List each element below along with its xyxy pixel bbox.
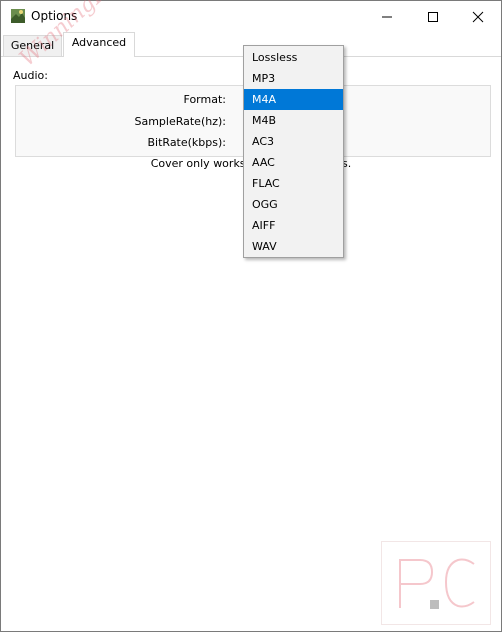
format-label: Format:: [183, 93, 226, 106]
format-option-m4a[interactable]: M4A: [244, 89, 343, 110]
watermark-logo: [381, 541, 491, 625]
format-option-lossless[interactable]: Lossless: [244, 47, 343, 68]
close-icon: [472, 11, 484, 22]
format-option-flac[interactable]: FLAC: [244, 173, 343, 194]
minimize-button[interactable]: [364, 1, 410, 32]
format-option-wav[interactable]: WAV: [244, 236, 343, 257]
close-button[interactable]: [455, 1, 501, 32]
format-option-m4b[interactable]: M4B: [244, 110, 343, 131]
watermark-logo-mark: [399, 558, 475, 609]
app-icon: [11, 9, 25, 23]
format-dropdown-list[interactable]: Lossless MP3 M4A M4B AC3 AAC FLAC OGG AI…: [243, 45, 344, 258]
format-option-ogg[interactable]: OGG: [244, 194, 343, 215]
maximize-button[interactable]: [410, 1, 456, 32]
format-option-aac[interactable]: AAC: [244, 152, 343, 173]
options-window: Options General Advanced Audio: Format: …: [0, 0, 502, 632]
minimize-icon: [382, 16, 392, 17]
bitrate-label: BitRate(kbps):: [147, 136, 227, 149]
format-option-ac3[interactable]: AC3: [244, 131, 343, 152]
format-option-aiff[interactable]: AIFF: [244, 215, 343, 236]
maximize-icon: [428, 11, 438, 22]
samplerate-label: SampleRate(hz):: [134, 115, 226, 128]
cover-note-start: Cover only works w: [150, 157, 259, 170]
format-option-mp3[interactable]: MP3: [244, 68, 343, 89]
tab-advanced[interactable]: Advanced: [63, 32, 135, 57]
